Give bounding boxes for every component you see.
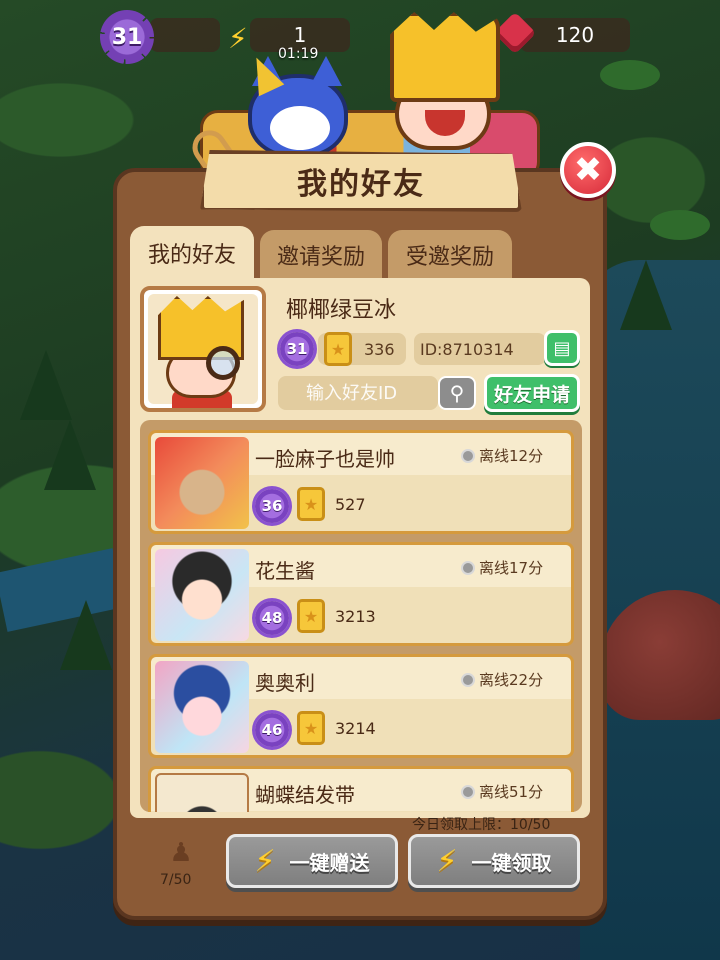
lightning-icon: ⚡	[436, 843, 458, 879]
star-card-icon: ★	[297, 599, 325, 633]
tree	[20, 350, 72, 420]
friends-count-icon: ♟	[169, 838, 193, 868]
friend-level-badge: 36	[255, 489, 289, 523]
top-hud: 31 ⚡ 1 01:19 120	[0, 6, 720, 64]
friend-row[interactable]: 花生酱 离线17分 48 ★ 3213	[148, 542, 574, 646]
friend-points: 527	[335, 495, 366, 514]
tab-invited-rewards[interactable]: 受邀奖励	[388, 230, 512, 280]
friend-name: 蝴蝶结发带	[255, 783, 355, 807]
friend-list[interactable]: 一脸麻子也是帅 离线12分 36 ★ 527 花生酱 离线17分 48 ★ 32…	[140, 420, 582, 812]
close-icon: ✖	[573, 150, 603, 190]
friend-status: 离线51分	[461, 781, 543, 802]
gem-counter[interactable]: 120	[520, 18, 630, 52]
offline-dot-icon	[461, 448, 475, 463]
dialog-title-banner: 我的好友	[200, 150, 522, 212]
friend-avatar[interactable]	[155, 661, 249, 753]
self-avatar[interactable]	[140, 286, 266, 412]
tree	[44, 420, 96, 490]
palm-tree	[650, 210, 710, 240]
energy-bolt-icon: ⚡	[228, 22, 248, 55]
dialog-title: 我的好友	[297, 167, 425, 202]
xp-bar	[150, 18, 220, 52]
star-card-icon: ★	[324, 332, 352, 366]
tree	[60, 600, 112, 670]
copy-icon: ▤	[553, 337, 571, 359]
friend-avatar[interactable]	[155, 437, 249, 529]
friend-row[interactable]: 一脸麻子也是帅 离线12分 36 ★ 527	[148, 430, 574, 534]
star-card-icon: ★	[297, 487, 325, 521]
offline-dot-icon	[461, 672, 475, 687]
tab-invite-rewards[interactable]: 邀请奖励	[260, 230, 382, 280]
cat-face	[270, 106, 330, 150]
friend-level-badge: 48	[255, 601, 289, 635]
lightning-icon: ⚡	[254, 843, 276, 879]
level-flower-icon: 31	[100, 10, 154, 64]
cat-ear	[310, 56, 342, 86]
friend-status: 离线17分	[461, 557, 543, 578]
claim-all-button[interactable]: ⚡ 一键领取	[408, 834, 580, 888]
friend-name: 花生酱	[255, 559, 315, 583]
self-level-badge: 31	[280, 332, 314, 366]
daily-claim-limit: 今日领取上限：10/50	[412, 817, 551, 833]
friend-points: 3214	[335, 719, 376, 738]
friend-row[interactable]: 奥奥利 离线22分 46 ★ 3214	[148, 654, 574, 758]
offline-dot-icon	[461, 560, 475, 575]
friend-row[interactable]: 蝴蝶结发带 离线51分	[148, 766, 574, 812]
friend-status: 离线22分	[461, 669, 543, 690]
star-card-icon: ★	[297, 711, 325, 745]
friend-id-input[interactable]	[278, 376, 438, 410]
magnifier-icon	[206, 346, 240, 380]
friend-avatar[interactable]	[155, 549, 249, 641]
tab-my-friends[interactable]: 我的好友	[130, 226, 254, 280]
palm-tree	[600, 60, 660, 90]
self-points: 336	[364, 340, 395, 359]
friend-name: 奥奥利	[255, 671, 315, 695]
magnifier-icon: ⚲	[449, 381, 465, 405]
friend-status: 离线12分	[461, 445, 543, 466]
player-level-badge[interactable]: 31	[100, 10, 160, 64]
boy-mouth	[425, 110, 465, 136]
send-all-button[interactable]: ⚡ 一键赠送	[226, 834, 398, 888]
close-button[interactable]: ✖	[560, 142, 616, 198]
friend-count: 7/50	[160, 872, 192, 888]
offline-dot-icon	[461, 784, 475, 799]
friend-points: 3213	[335, 607, 376, 626]
friend-avatar[interactable]	[155, 773, 249, 812]
search-button[interactable]: ⚲	[438, 376, 476, 410]
friend-name: 一脸麻子也是帅	[255, 447, 395, 471]
tree	[620, 260, 672, 330]
self-id: ID:8710314	[414, 333, 546, 365]
friend-request-button[interactable]: 好友申请	[484, 374, 580, 412]
self-name: 椰椰绿豆冰	[286, 298, 397, 323]
friend-level-badge: 46	[255, 713, 289, 747]
copy-id-button[interactable]: ▤	[544, 330, 580, 366]
